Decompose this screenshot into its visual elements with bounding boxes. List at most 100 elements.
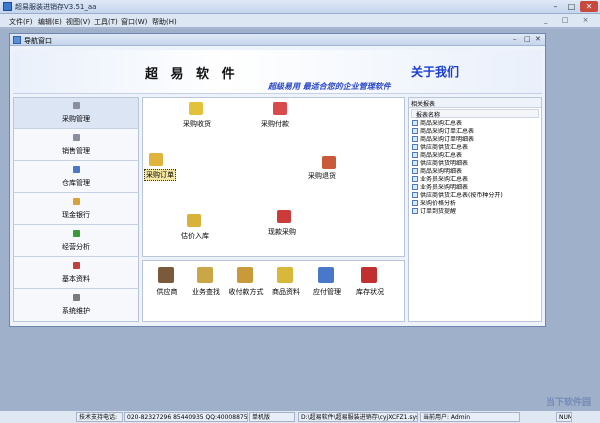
nav-close-button[interactable]: ✕ — [535, 35, 541, 43]
workflow-label: 估价入库 — [181, 232, 209, 240]
sidebar-item-label: 经营分析 — [62, 243, 90, 251]
status-user: 当前用户: Admin — [420, 412, 520, 422]
about-us-link[interactable]: 关于我们 — [411, 63, 459, 80]
report-icon — [412, 120, 418, 126]
navigation-window: 导航窗口 – □ ✕ 超 易 软 件 关于我们 超级易用 最适合您的企业管理软件… — [9, 33, 546, 327]
status-bar: 技术支持电话: 020-82327296 85440935 QQ:4000887… — [0, 410, 600, 423]
menu-edit[interactable]: 编辑(E) — [38, 17, 62, 27]
sales-icon — [73, 134, 80, 141]
brand-title: 超 易 软 件 — [145, 67, 239, 82]
shortcuts-panel: 供应商 业务查找 收付款方式 商品资料 应付管理 库存状况 — [142, 260, 405, 322]
mdi-window-controls[interactable]: _ □ × — [544, 16, 594, 24]
report-icon — [412, 128, 418, 134]
sidebar-item-label: 仓库管理 — [62, 179, 90, 187]
sidebar-item-cash[interactable]: 现金银行 — [14, 194, 138, 225]
report-icon — [412, 136, 418, 142]
report-item[interactable]: 商品采购汇总表 — [412, 120, 540, 128]
stock-status-icon — [361, 267, 377, 283]
sidebar-item-label: 系统维护 — [62, 307, 90, 315]
nav-window-title: 导航窗口 — [24, 37, 52, 45]
report-item[interactable]: 商品采购订单明细表 — [412, 136, 540, 144]
shortcut-stock-status[interactable]: 库存状况 — [349, 267, 391, 307]
menu-view[interactable]: 视图(V) — [66, 17, 90, 27]
report-item[interactable]: 供应商供货明细表 — [412, 160, 540, 168]
minimize-button[interactable]: – — [548, 1, 563, 12]
menu-help[interactable]: 帮助(H) — [152, 17, 177, 27]
sidebar-item-maintenance[interactable]: 系统维护 — [14, 290, 138, 321]
payment-icon — [273, 102, 287, 115]
report-icon — [412, 144, 418, 150]
status-phones: 020-82327296 85440935 QQ:400088750 19669… — [124, 412, 248, 422]
shortcut-payable[interactable]: 应付管理 — [306, 267, 348, 307]
sidebar-item-sales[interactable]: 销售管理 — [14, 130, 138, 161]
cash-icon — [73, 198, 80, 205]
maintenance-icon — [73, 294, 80, 301]
goods-data-icon — [277, 267, 293, 283]
sidebar-item-label: 销售管理 — [62, 147, 90, 155]
nav-minimize-button[interactable]: – — [513, 35, 517, 43]
return-goods-icon — [322, 156, 336, 169]
watermark: 当下软件园 — [546, 398, 592, 408]
sidebar-item-purchase[interactable]: 采购管理 — [14, 98, 138, 129]
report-icon — [412, 176, 418, 182]
cash-purchase-icon — [277, 210, 291, 223]
reports-panel: 相关报表 报表名称 商品采购汇总表 商品采购订单汇总表 商品采购订单明细表 供应… — [408, 97, 542, 322]
report-item[interactable]: 订单到货提醒 — [412, 208, 540, 216]
workflow-label: 采购订单 — [144, 169, 176, 181]
maximize-button[interactable]: □ — [564, 1, 579, 12]
nav-maximize-button[interactable]: □ — [524, 35, 531, 43]
workflow-label: 采购付款 — [261, 120, 289, 128]
module-sidebar: 采购管理 销售管理 仓库管理 现金银行 经营分析 基本资料 系统维护 — [13, 97, 139, 322]
title-bar: 超易服装进销存V3.51_aa – □ ✕ — [0, 0, 600, 14]
menu-file[interactable]: 文件(F) — [9, 17, 33, 27]
report-icon — [412, 168, 418, 174]
status-edition: 单机版 — [249, 412, 295, 422]
supplier-icon — [158, 267, 174, 283]
workflow-panel: 采购收货 采购付款 采购订单 采购退货 估价入库 现款采购 — [142, 97, 405, 257]
search-business-icon — [197, 267, 213, 283]
basic-data-icon — [73, 262, 80, 269]
sidebar-item-warehouse[interactable]: 仓库管理 — [14, 162, 138, 193]
sidebar-item-label: 基本资料 — [62, 275, 90, 283]
report-icon — [412, 192, 418, 198]
report-icon — [412, 160, 418, 166]
slogan: 超级易用 最适合您的企业管理软件 — [268, 82, 391, 91]
report-item[interactable]: 商品采购订单汇总表 — [412, 128, 540, 136]
sidebar-item-analysis[interactable]: 经营分析 — [14, 226, 138, 257]
report-item[interactable]: 供应商供货汇总表(按币种分开) — [412, 192, 540, 200]
report-item[interactable]: 供应商供货汇总表 — [412, 144, 540, 152]
receive-goods-icon — [189, 102, 203, 115]
report-icon — [412, 200, 418, 206]
menu-bar: 文件(F) 编辑(E) 视图(V) 工具(T) 窗口(W) 帮助(H) _ □ … — [0, 14, 600, 28]
report-item[interactable]: 商品采购汇总表 — [412, 152, 540, 160]
valuation-storage-icon — [187, 214, 201, 227]
menu-window[interactable]: 窗口(W) — [121, 17, 147, 27]
purchase-order-icon — [149, 153, 163, 166]
report-item[interactable]: 业务员采购汇总表 — [412, 176, 540, 184]
reports-title: 相关报表 — [409, 98, 541, 108]
report-item[interactable]: 商品采购明细表 — [412, 168, 540, 176]
purchase-icon — [73, 102, 80, 109]
status-support-label: 技术支持电话: — [76, 412, 123, 422]
payment-method-icon — [237, 267, 253, 283]
report-icon — [412, 152, 418, 158]
reports-column-header[interactable]: 报表名称 — [411, 109, 539, 119]
workflow-label: 采购收货 — [183, 120, 211, 128]
nav-window-icon — [13, 36, 21, 44]
sidebar-item-basic-data[interactable]: 基本资料 — [14, 258, 138, 289]
close-button[interactable]: ✕ — [580, 1, 598, 12]
report-icon — [412, 208, 418, 214]
workflow-label: 现款采购 — [268, 228, 296, 236]
banner: 超 易 软 件 关于我们 超级易用 最适合您的企业管理软件 — [13, 50, 542, 94]
report-item[interactable]: 采购价格分析 — [412, 200, 540, 208]
shortcut-label: 库存状况 — [356, 288, 384, 296]
status-data-path: D:\超易软件\超易服装进销存\cyjXCFZ1.sys — [298, 412, 418, 422]
menu-tools[interactable]: 工具(T) — [94, 17, 118, 27]
report-item[interactable]: 业务员采购明细表 — [412, 184, 540, 192]
sidebar-item-label: 现金银行 — [62, 211, 90, 219]
analysis-icon — [73, 230, 80, 237]
payable-icon — [318, 267, 334, 283]
nav-window-titlebar: 导航窗口 – □ ✕ — [10, 34, 545, 46]
report-icon — [412, 184, 418, 190]
workflow-label: 采购退货 — [308, 172, 336, 180]
